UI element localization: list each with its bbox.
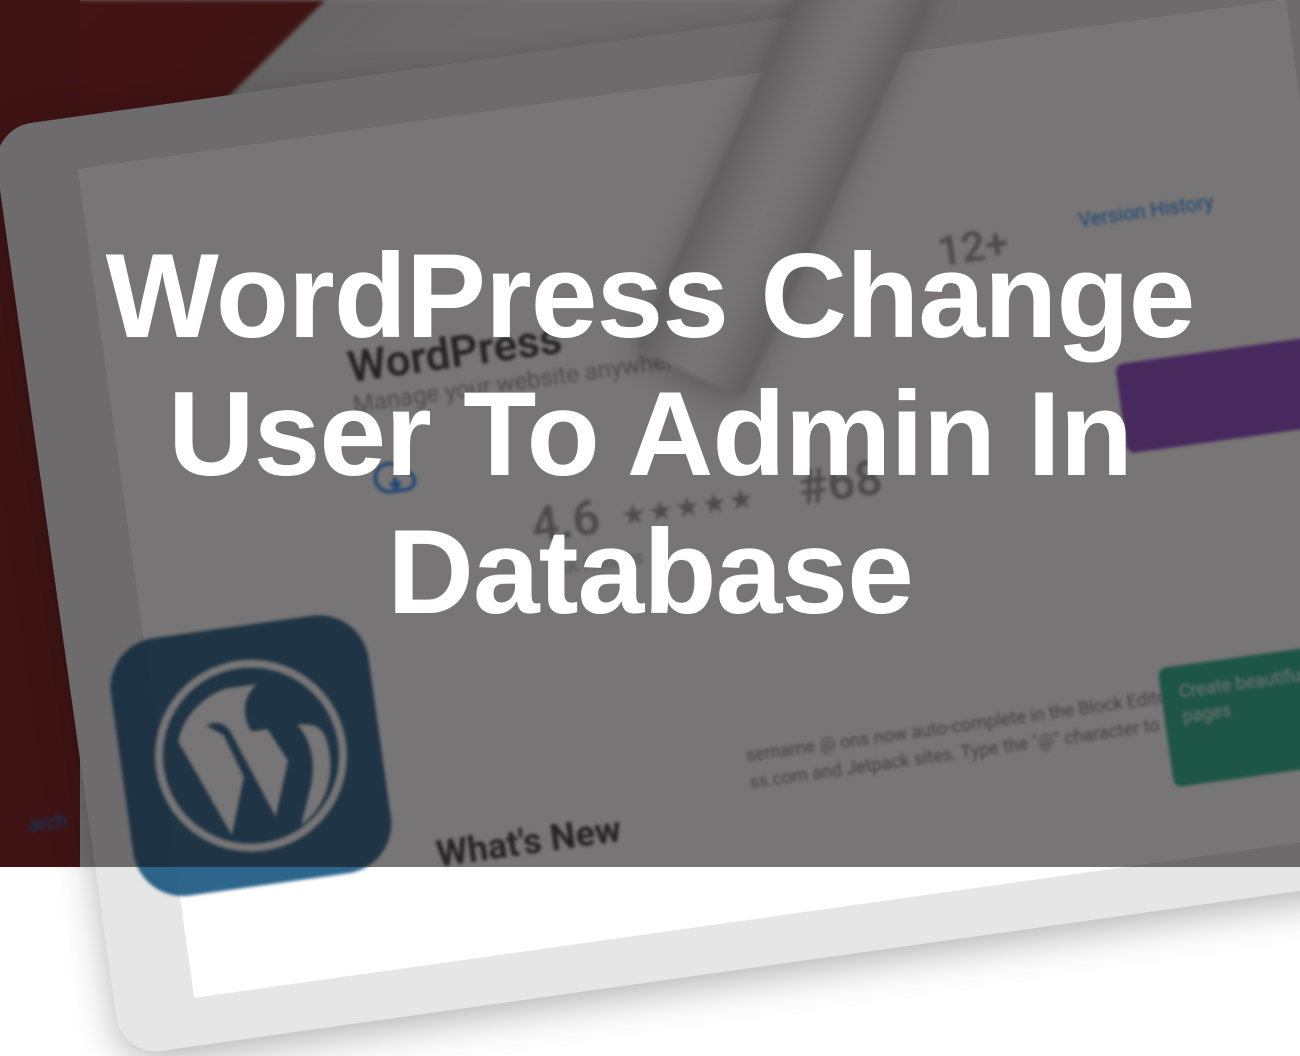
title-overlay: WordPress Change User To Admin In Databa…	[0, 0, 1300, 867]
image-container: WordPress Manage your website anywhere 4…	[0, 0, 1300, 867]
headline-text: WordPress Change User To Admin In Databa…	[100, 227, 1200, 641]
